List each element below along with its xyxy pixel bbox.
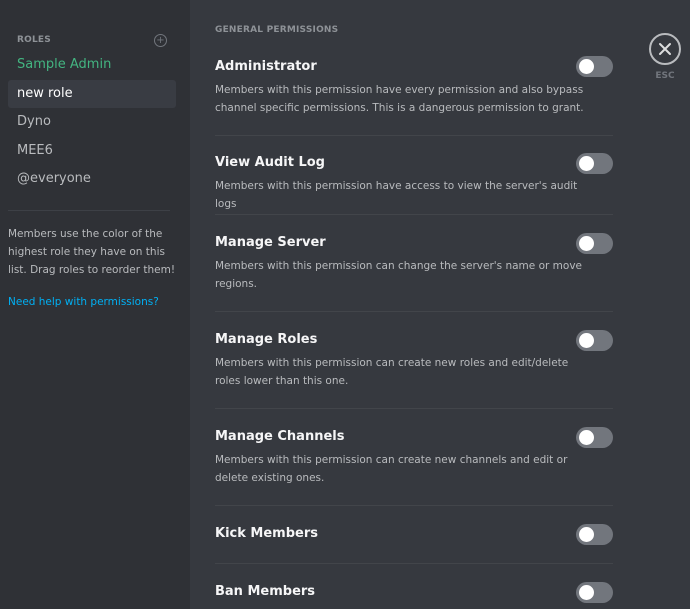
manage-channels-toggle[interactable] bbox=[576, 427, 613, 448]
permission-name: Manage Server bbox=[215, 235, 326, 250]
toggle-knob bbox=[579, 156, 594, 171]
section-title: GENERAL PERMISSIONS bbox=[215, 25, 339, 35]
permission-divider bbox=[215, 408, 613, 409]
add-role-icon[interactable]: + bbox=[154, 33, 167, 47]
role-color-hint: Members use the color of the highest rol… bbox=[8, 228, 176, 276]
permission-kick-members: Kick Members bbox=[215, 524, 615, 545]
toggle-knob bbox=[579, 59, 594, 74]
role-label: Sample Admin bbox=[17, 57, 112, 72]
permission-description: Members with this permission have access… bbox=[215, 180, 578, 210]
permission-manage-channels: Manage Channels Members with this permis… bbox=[215, 427, 615, 487]
permission-ban-members: Ban Members bbox=[215, 582, 615, 603]
role-item-everyone[interactable]: @everyone bbox=[8, 165, 176, 194]
toggle-knob bbox=[579, 430, 594, 445]
role-item-dyno[interactable]: Dyno bbox=[8, 108, 176, 137]
toggle-knob bbox=[579, 333, 594, 348]
role-item-mee6[interactable]: MEE6 bbox=[8, 137, 176, 166]
roles-title: ROLES bbox=[17, 35, 51, 45]
permission-name: View Audit Log bbox=[215, 155, 325, 170]
manage-server-toggle[interactable] bbox=[576, 233, 613, 254]
permission-view-audit-log: View Audit Log Members with this permiss… bbox=[215, 153, 615, 213]
permission-description: Members with this permission can change … bbox=[215, 260, 582, 290]
toggle-knob bbox=[579, 585, 594, 600]
close-icon bbox=[659, 43, 671, 55]
permission-divider bbox=[215, 505, 613, 506]
permission-administrator: Administrator Members with this permissi… bbox=[215, 56, 615, 117]
toggle-knob bbox=[579, 236, 594, 251]
permission-name: Manage Channels bbox=[215, 429, 345, 444]
permission-name: Administrator bbox=[215, 59, 317, 74]
permission-description: Members with this permission have every … bbox=[215, 84, 584, 114]
roles-sidebar: ROLES + Sample Admin new role Dyno MEE6 … bbox=[0, 0, 190, 609]
permission-manage-server: Manage Server Members with this permissi… bbox=[215, 233, 615, 293]
permission-name: Kick Members bbox=[215, 526, 318, 541]
manage-roles-toggle[interactable] bbox=[576, 330, 613, 351]
permission-name: Ban Members bbox=[215, 584, 316, 599]
permission-divider bbox=[215, 214, 613, 215]
permission-divider bbox=[215, 563, 613, 564]
permissions-help-link[interactable]: Need help with permissions? bbox=[8, 296, 159, 308]
close-label: ESC bbox=[655, 71, 675, 81]
role-item-sample-admin[interactable]: Sample Admin bbox=[8, 51, 176, 80]
role-list: Sample Admin new role Dyno MEE6 @everyon… bbox=[8, 51, 176, 194]
permission-description: Members with this permission can create … bbox=[215, 454, 568, 484]
role-label: new role bbox=[17, 85, 73, 101]
close-button[interactable] bbox=[649, 33, 681, 65]
permission-divider bbox=[215, 311, 613, 312]
view-audit-log-toggle[interactable] bbox=[576, 153, 613, 174]
role-label: Dyno bbox=[17, 114, 51, 129]
roles-header: ROLES + bbox=[17, 33, 167, 47]
permission-description: Members with this permission can create … bbox=[215, 357, 569, 387]
kick-members-toggle[interactable] bbox=[576, 524, 613, 545]
role-label: MEE6 bbox=[17, 142, 53, 158]
ban-members-toggle[interactable] bbox=[576, 582, 613, 603]
sidebar-divider bbox=[8, 210, 170, 211]
administrator-toggle[interactable] bbox=[576, 56, 613, 77]
permission-divider bbox=[215, 135, 613, 136]
toggle-knob bbox=[579, 527, 594, 542]
role-item-new-role[interactable]: new role bbox=[8, 79, 176, 108]
permission-manage-roles: Manage Roles Members with this permissio… bbox=[215, 330, 615, 390]
permission-name: Manage Roles bbox=[215, 332, 318, 347]
role-label: @everyone bbox=[17, 171, 91, 186]
